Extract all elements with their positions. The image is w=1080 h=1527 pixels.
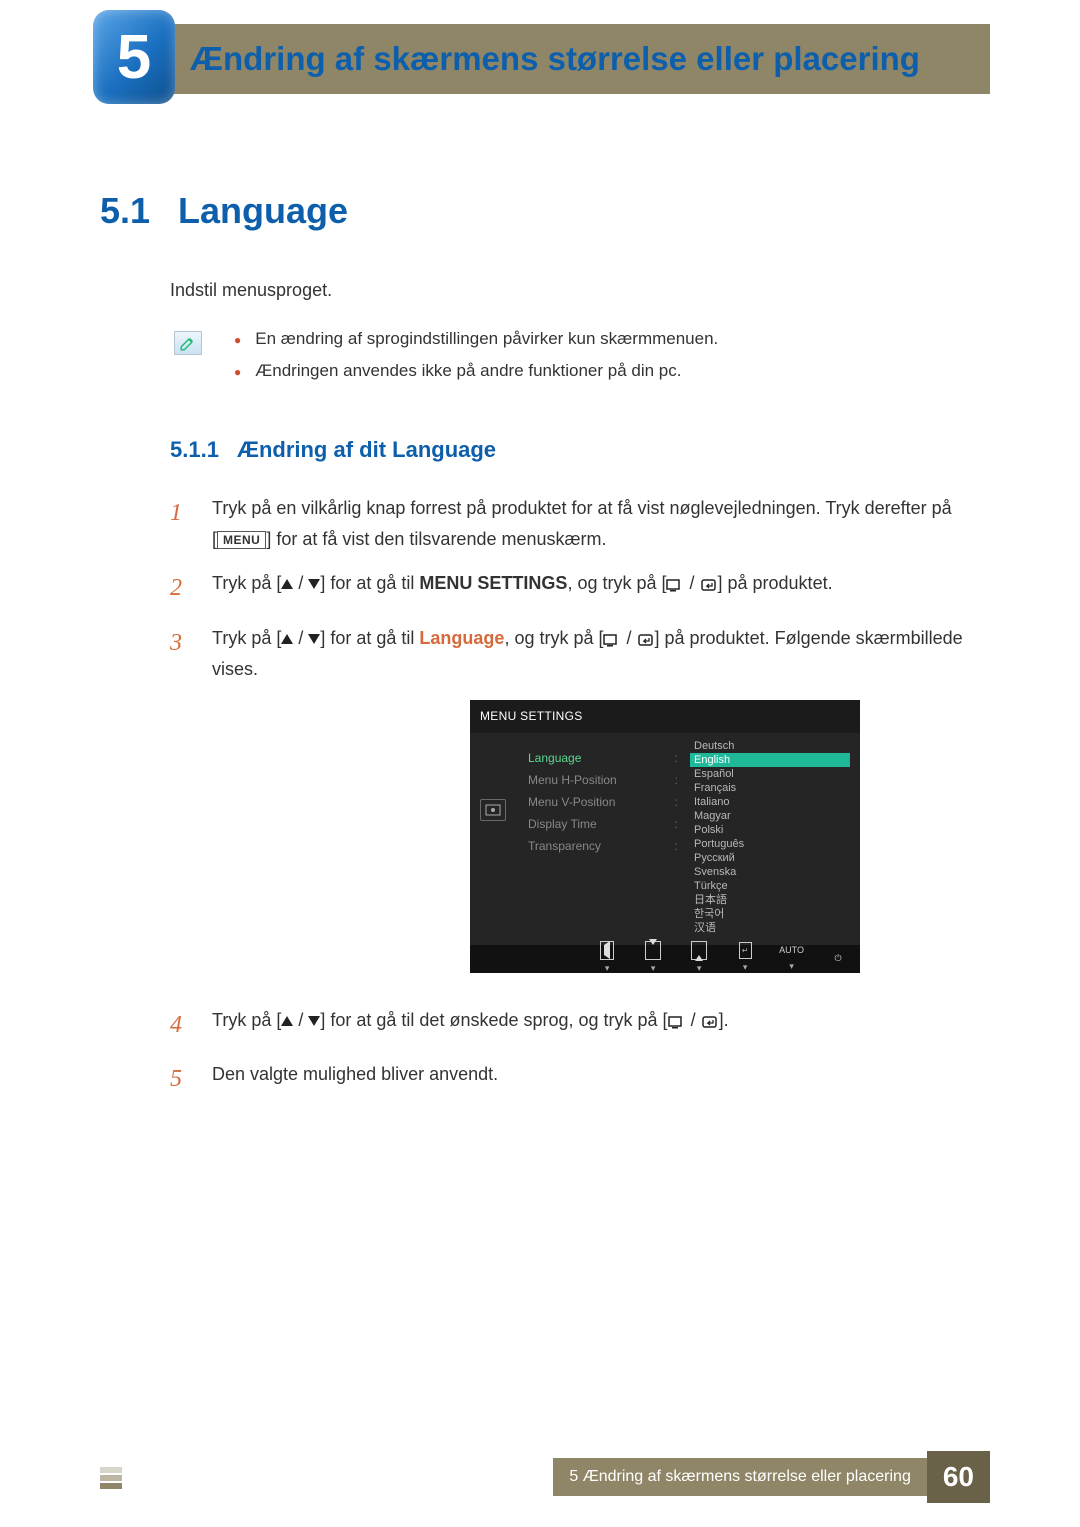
up-arrow-icon: [281, 1016, 293, 1026]
osd-nav-power-icon: ⏻: [826, 951, 850, 966]
source-enter-icon: /: [668, 1010, 719, 1030]
source-enter-icon: /: [603, 628, 654, 648]
text-fragment: ].: [719, 1010, 729, 1030]
osd-menu-label: Display Time: [528, 813, 597, 835]
step-item: 3 Tryk på [ / ] for at gå til Language, …: [170, 623, 970, 991]
osd-language-item: Magyar: [690, 809, 850, 823]
step-text: Tryk på [ / ] for at gå til det ønskede …: [212, 1005, 970, 1046]
text-fragment: ] for at gå til: [320, 628, 419, 648]
up-arrow-icon: [281, 579, 293, 589]
note-text: Ændringen anvendes ikke på andre funktio…: [255, 361, 681, 383]
chapter-number: 5: [117, 22, 151, 93]
osd-menu-label: Language: [528, 747, 581, 769]
osd-menu-item: Display Time:: [528, 813, 678, 835]
osd-title: MENU SETTINGS: [470, 700, 860, 732]
osd-language-item: Polski: [690, 823, 850, 837]
osd-menu-item: Transparency:: [528, 835, 678, 857]
osd-language-item: Türkçe: [690, 879, 850, 893]
page-footer: 5 Ændring af skærmens størrelse eller pl…: [553, 1451, 990, 1503]
text-fragment: ] for at gå til det ønskede sprog, og tr…: [320, 1010, 667, 1030]
up-arrow-icon: [281, 634, 293, 644]
section-title: Language: [178, 190, 348, 231]
menu-settings-ref: MENU SETTINGS: [419, 573, 567, 593]
osd-menu-list: Language: Menu H-Position: Menu V-Positi…: [528, 739, 678, 935]
subsection-heading: 5.1.1 Ændring af dit Language: [170, 437, 970, 463]
step-item: 5 Den valgte mulighed bliver anvendt.: [170, 1059, 970, 1100]
subsection-title: Ændring af dit Language: [237, 437, 496, 462]
osd-language-list: DeutschEnglishEspañolFrançaisItalianoMag…: [690, 739, 850, 935]
footer-chapter-text: 5 Ændring af skærmens størrelse eller pl…: [553, 1458, 926, 1496]
text-fragment: , og tryk på [: [504, 628, 603, 648]
step-number: 5: [170, 1059, 192, 1100]
osd-language-item: 한국어: [690, 907, 850, 921]
text-fragment: , og tryk på [: [567, 573, 666, 593]
step-item: 4 Tryk på [ / ] for at gå til det ønsked…: [170, 1005, 970, 1046]
text-fragment: ] på produktet.: [718, 573, 833, 593]
osd-category-icon: [480, 799, 506, 821]
intro-text: Indstil menusproget.: [170, 280, 970, 301]
page-number: 60: [927, 1451, 990, 1503]
osd-menu-item: Menu V-Position:: [528, 791, 678, 813]
step-item: 1 Tryk på en vilkårlig knap forrest på p…: [170, 493, 970, 554]
step-number: 1: [170, 493, 192, 554]
osd-menu-label: Menu H-Position: [528, 769, 617, 791]
osd-language-item: Español: [690, 767, 850, 781]
osd-menu-label: Menu V-Position: [528, 791, 615, 813]
step-text: Tryk på [ / ] for at gå til Language, og…: [212, 623, 970, 991]
osd-language-item: Italiano: [690, 795, 850, 809]
osd-menu-item: Language:: [528, 747, 678, 769]
text-fragment: ] for at få vist den tilsvarende menuskæ…: [266, 529, 606, 549]
osd-auto-label: AUTO: [779, 943, 804, 958]
chapter-header-bar: Ændring af skærmens størrelse eller plac…: [172, 24, 990, 94]
osd-menu-label: Transparency: [528, 835, 601, 857]
step-number: 2: [170, 568, 192, 609]
osd-language-item: 汉语: [690, 921, 850, 935]
text-fragment: Tryk på [: [212, 1010, 281, 1030]
note-item: ● Ændringen anvendes ikke på andre funkti…: [234, 361, 718, 383]
osd-nav-auto: AUTO▾: [779, 943, 804, 975]
section-heading: 5.1 Language: [100, 190, 970, 232]
source-enter-icon: /: [666, 573, 717, 593]
osd-language-item: Svenska: [690, 865, 850, 879]
osd-language-item: Français: [690, 781, 850, 795]
osd-menu-item: Menu H-Position:: [528, 769, 678, 791]
osd-nav-back-icon: ▾: [595, 941, 619, 977]
note-block: ● En ændring af sprogindstillingen påvirk…: [174, 329, 970, 393]
osd-language-item: Deutsch: [690, 739, 850, 753]
bullet-icon: ●: [234, 361, 241, 383]
down-arrow-icon: [308, 579, 320, 589]
step-text: Den valgte mulighed bliver anvendt.: [212, 1059, 970, 1100]
osd-navbar: ▾ ▾ ▾ ↵▾ AUTO▾ ⏻: [470, 945, 860, 973]
bullet-icon: ●: [234, 329, 241, 351]
text-fragment: Tryk på [: [212, 628, 281, 648]
note-text: En ændring af sprogindstillingen påvirke…: [255, 329, 718, 351]
osd-language-item: English: [690, 753, 850, 767]
section-number: 5.1: [100, 190, 150, 231]
step-item: 2 Tryk på [ / ] for at gå til MENU SETTI…: [170, 568, 970, 609]
language-ref: Language: [419, 628, 504, 648]
step-number: 4: [170, 1005, 192, 1046]
note-item: ● En ændring af sprogindstillingen påvirk…: [234, 329, 718, 351]
osd-nav-up-icon: ▾: [687, 941, 711, 977]
osd-language-item: 日本語: [690, 893, 850, 907]
osd-language-item: Português: [690, 837, 850, 851]
subsection-number: 5.1.1: [170, 437, 219, 462]
text-fragment: Tryk på [: [212, 573, 281, 593]
osd-screenshot: MENU SETTINGS Language: Menu H-Position:…: [470, 700, 860, 972]
text-fragment: ] for at gå til: [320, 573, 419, 593]
chapter-title: Ændring af skærmens størrelse eller plac…: [190, 40, 920, 78]
chapter-number-badge: 5: [93, 10, 175, 104]
down-arrow-icon: [308, 1016, 320, 1026]
osd-nav-down-icon: ▾: [641, 941, 665, 977]
pencil-note-icon: [174, 331, 202, 355]
step-text: Tryk på [ / ] for at gå til MENU SETTING…: [212, 568, 970, 609]
footer-decoration-icon: [100, 1467, 122, 1491]
down-arrow-icon: [308, 634, 320, 644]
osd-language-item: Русский: [690, 851, 850, 865]
step-number: 3: [170, 623, 192, 991]
osd-nav-enter-icon: ↵▾: [733, 942, 757, 976]
menu-key-icon: MENU: [217, 531, 266, 549]
step-text: Tryk på en vilkårlig knap forrest på pro…: [212, 493, 970, 554]
